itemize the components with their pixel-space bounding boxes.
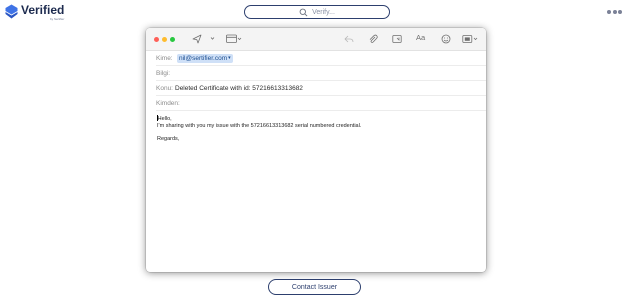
chevron-down-icon: ▾ — [228, 55, 231, 61]
from-field-row[interactable]: Kimden: — [156, 96, 486, 111]
minimize-window-button[interactable] — [162, 37, 167, 42]
subject-label: Konu: — [156, 84, 173, 92]
verified-logo[interactable]: Verified by Sertifier — [5, 4, 64, 21]
header-fields-icon[interactable] — [226, 34, 242, 44]
reply-icon[interactable] — [344, 34, 354, 44]
recipient-chip[interactable]: nil@sertifier.com ▾ — [177, 53, 233, 63]
send-options-icon[interactable] — [210, 36, 215, 41]
search-placeholder: Verify... — [312, 8, 335, 16]
mail-toolbar: Aa — [146, 28, 486, 51]
verify-search-field[interactable]: Verify... — [244, 5, 390, 19]
attachment-icon[interactable] — [368, 34, 378, 44]
to-field-row[interactable]: Kime: nil@sertifier.com ▾ — [156, 51, 486, 66]
brand-subtitle: by Sertifier — [50, 17, 65, 21]
insert-media-icon[interactable] — [462, 34, 480, 44]
contact-issuer-button[interactable]: Contact Issuer — [268, 279, 361, 295]
zoom-window-button[interactable] — [170, 37, 175, 42]
body-closing: Regards, — [157, 135, 180, 142]
from-label: Kimden: — [156, 99, 180, 107]
cc-label: Bilgi: — [156, 69, 171, 77]
send-icon[interactable] — [192, 34, 202, 44]
close-window-button[interactable] — [154, 37, 159, 42]
search-icon — [299, 8, 308, 16]
photo-browser-icon[interactable] — [392, 34, 402, 44]
verified-logo-icon — [5, 4, 18, 19]
more-menu-icon[interactable] — [607, 10, 622, 14]
format-text-label: Aa — [416, 33, 426, 42]
format-text-icon[interactable]: Aa — [416, 33, 425, 42]
message-body[interactable]: Hello, I'm sharing with you my issue wit… — [146, 111, 486, 146]
contact-issuer-label: Contact Issuer — [291, 283, 338, 291]
recipient-address: nil@sertifier.com — [179, 54, 228, 62]
emoji-icon[interactable] — [441, 34, 451, 44]
to-label: Kime: — [156, 54, 173, 62]
brand-name: Verified — [21, 3, 65, 17]
subject-field-row[interactable]: Konu: Deleted Certificate with id: 57216… — [156, 81, 486, 96]
compose-mail-window: Aa Kime: nil@sertifier.com ▾ Bilgi: Konu… — [146, 28, 486, 272]
cc-field-row[interactable]: Bilgi: — [156, 66, 486, 81]
top-bar: Verified by Sertifier Verify... — [0, 0, 630, 26]
body-greeting: Hello, — [157, 116, 172, 122]
subject-value[interactable]: Deleted Certificate with id: 57216613313… — [175, 85, 303, 92]
